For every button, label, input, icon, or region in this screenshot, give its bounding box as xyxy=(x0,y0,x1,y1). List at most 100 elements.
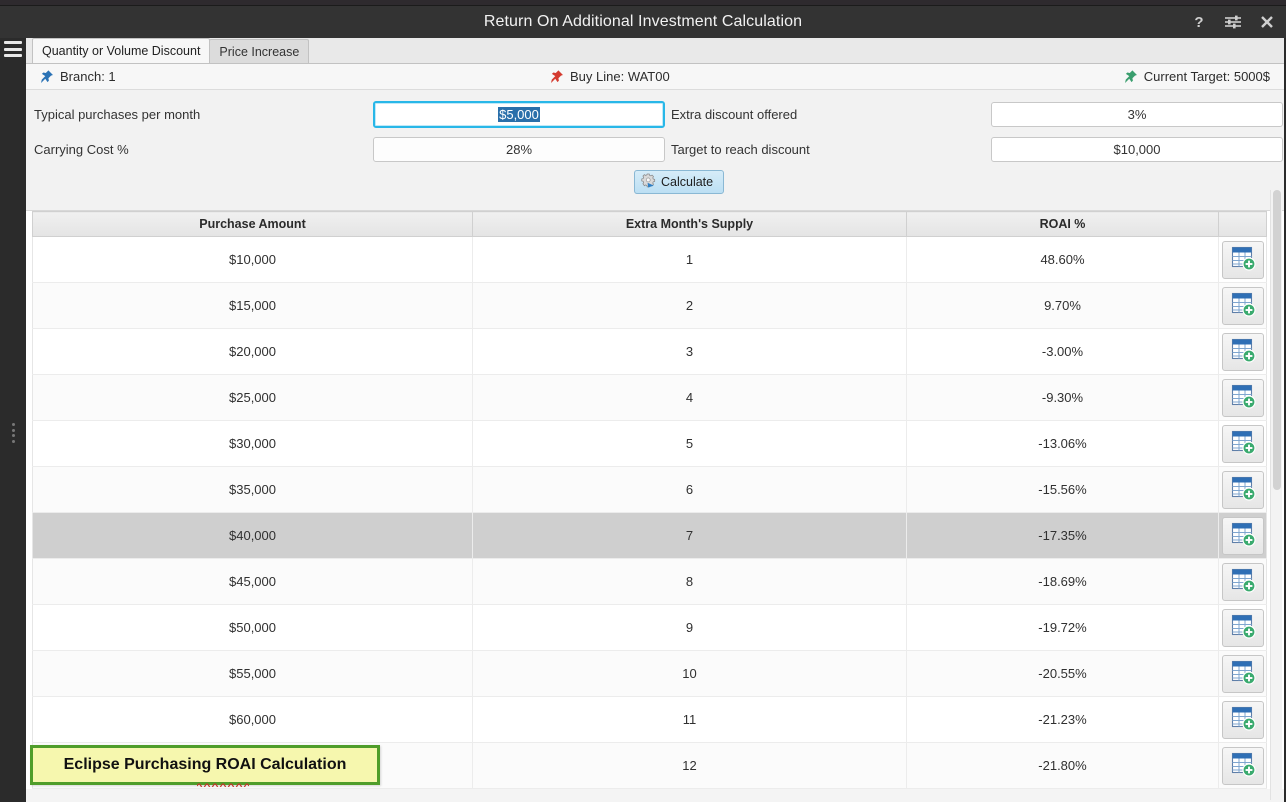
cell-roai: -9.30% xyxy=(906,374,1219,421)
cell-extra-months-supply: 4 xyxy=(472,374,907,421)
add-to-spreadsheet-icon xyxy=(1230,659,1256,688)
branch-label: Branch: 1 xyxy=(60,69,116,84)
cell-roai: -18.69% xyxy=(906,558,1219,605)
hamburger-menu-icon[interactable] xyxy=(4,41,22,57)
cell-purchase-amount: $10,000 xyxy=(32,236,473,283)
cell-extra-months-supply: 6 xyxy=(472,466,907,513)
extra-discount-value: 3% xyxy=(1127,107,1147,122)
extra-discount-input[interactable]: 3% xyxy=(991,102,1283,127)
settings-sliders-icon[interactable] xyxy=(1222,11,1244,33)
buy-line-label: Buy Line: WAT00 xyxy=(570,69,670,84)
table-row[interactable]: $40,000 7 -17.35% xyxy=(32,512,1267,559)
add-to-spreadsheet-button[interactable] xyxy=(1221,378,1264,417)
table-row[interactable]: $55,000 10 -20.55% xyxy=(32,650,1267,697)
calculation-form: Typical purchases per month $5,000 Extra… xyxy=(26,90,1284,211)
add-to-spreadsheet-button[interactable] xyxy=(1221,654,1264,693)
scrollbar-thumb[interactable] xyxy=(1273,190,1281,490)
calculate-button[interactable]: Calculate xyxy=(634,170,725,194)
table-row[interactable]: $15,000 2 9.70% xyxy=(32,282,1267,329)
buy-line-info[interactable]: Buy Line: WAT00 xyxy=(550,69,670,84)
cell-roai: -15.56% xyxy=(906,466,1219,513)
cell-extra-months-supply: 11 xyxy=(472,696,907,743)
context-info-bar: Branch: 1 Buy Line: WAT00 Current Target… xyxy=(26,64,1284,90)
cell-extra-months-supply: 1 xyxy=(472,236,907,283)
cell-purchase-amount: $40,000 xyxy=(32,512,473,559)
add-to-spreadsheet-button[interactable] xyxy=(1221,746,1264,785)
vertical-dots-grip-icon[interactable] xyxy=(12,423,15,443)
cell-extra-months-supply: 9 xyxy=(472,604,907,651)
current-target-label: Current Target: 5000$ xyxy=(1143,69,1270,84)
add-to-spreadsheet-icon xyxy=(1230,245,1256,274)
table-row[interactable]: $45,000 8 -18.69% xyxy=(32,558,1267,605)
cell-purchase-amount: $60,000 xyxy=(32,696,473,743)
tab-price-increase[interactable]: Price Increase xyxy=(209,39,310,63)
table-row[interactable]: $30,000 5 -13.06% xyxy=(32,420,1267,467)
cell-roai: 48.60% xyxy=(906,236,1219,283)
cell-purchase-amount: $35,000 xyxy=(32,466,473,513)
cell-roai: -13.06% xyxy=(906,420,1219,467)
close-icon[interactable] xyxy=(1256,11,1278,33)
cell-actions xyxy=(1218,420,1267,467)
window-title: Return On Additional Investment Calculat… xyxy=(483,13,803,30)
current-target-info[interactable]: Current Target: 5000$ xyxy=(1124,69,1270,84)
col-header-purchase-amount[interactable]: Purchase Amount xyxy=(32,211,473,237)
add-to-spreadsheet-icon xyxy=(1230,567,1256,596)
pin-icon xyxy=(1124,69,1137,83)
cell-actions xyxy=(1218,742,1267,789)
form-row-1: Typical purchases per month $5,000 Extra… xyxy=(26,98,1284,133)
table-row[interactable]: $20,000 3 -3.00% xyxy=(32,328,1267,375)
table-row[interactable]: $60,000 11 -21.23% xyxy=(32,696,1267,743)
svg-text:?: ? xyxy=(1194,14,1203,30)
cell-extra-months-supply: 8 xyxy=(472,558,907,605)
add-to-spreadsheet-button[interactable] xyxy=(1221,562,1264,601)
roai-results-table: Purchase Amount Extra Month's Supply ROA… xyxy=(32,211,1267,789)
add-to-spreadsheet-button[interactable] xyxy=(1221,286,1264,325)
extra-discount-label: Extra discount offered xyxy=(671,107,798,122)
add-to-spreadsheet-button[interactable] xyxy=(1221,700,1264,739)
window-title-bar: Return On Additional Investment Calculat… xyxy=(0,6,1286,38)
table-vertical-scrollbar[interactable] xyxy=(1270,190,1282,800)
typical-purchases-input[interactable]: $5,000 xyxy=(373,101,665,128)
add-to-spreadsheet-button[interactable] xyxy=(1221,424,1264,463)
results-table-wrapper: Purchase Amount Extra Month's Supply ROA… xyxy=(26,211,1284,789)
add-to-spreadsheet-button[interactable] xyxy=(1221,240,1264,279)
add-to-spreadsheet-button[interactable] xyxy=(1221,516,1264,555)
add-to-spreadsheet-icon xyxy=(1230,337,1256,366)
cell-purchase-amount: $30,000 xyxy=(32,420,473,467)
carrying-cost-input[interactable]: 28% xyxy=(373,137,665,162)
table-row[interactable]: $10,000 1 48.60% xyxy=(32,236,1267,283)
cell-purchase-amount: $25,000 xyxy=(32,374,473,421)
add-to-spreadsheet-icon xyxy=(1230,291,1256,320)
cell-purchase-amount: $45,000 xyxy=(32,558,473,605)
help-button[interactable]: ? xyxy=(1188,11,1210,33)
table-row[interactable]: $50,000 9 -19.72% xyxy=(32,604,1267,651)
cell-purchase-amount: $55,000 xyxy=(32,650,473,697)
cell-purchase-amount: $20,000 xyxy=(32,328,473,375)
tab-label: Quantity or Volume Discount xyxy=(42,44,201,58)
add-to-spreadsheet-button[interactable] xyxy=(1221,470,1264,509)
tab-quantity-or-volume-discount[interactable]: Quantity or Volume Discount xyxy=(32,38,211,63)
table-row[interactable]: $25,000 4 -9.30% xyxy=(32,374,1267,421)
target-to-reach-input[interactable]: $10,000 xyxy=(991,137,1283,162)
branch-info[interactable]: Branch: 1 xyxy=(40,69,116,84)
add-to-spreadsheet-icon xyxy=(1230,705,1256,734)
gear-play-icon xyxy=(641,173,656,191)
cell-actions xyxy=(1218,512,1267,559)
cell-roai: -19.72% xyxy=(906,604,1219,651)
cell-roai: -20.55% xyxy=(906,650,1219,697)
typical-purchases-label: Typical purchases per month xyxy=(34,107,201,122)
left-rail xyxy=(0,38,26,802)
add-to-spreadsheet-button[interactable] xyxy=(1221,608,1264,647)
cell-actions xyxy=(1218,558,1267,605)
cell-purchase-amount: $15,000 xyxy=(32,282,473,329)
add-to-spreadsheet-button[interactable] xyxy=(1221,332,1264,371)
form-row-2: Carrying Cost % 28% Target to reach disc… xyxy=(26,133,1284,168)
col-header-actions xyxy=(1218,211,1267,237)
cell-roai: -17.35% xyxy=(906,512,1219,559)
col-header-roai[interactable]: ROAI % xyxy=(906,211,1219,237)
cell-actions xyxy=(1218,282,1267,329)
table-row[interactable]: $35,000 6 -15.56% xyxy=(32,466,1267,513)
target-to-reach-value: $10,000 xyxy=(1113,142,1161,157)
target-to-reach-label: Target to reach discount xyxy=(671,142,810,157)
col-header-extra-months-supply[interactable]: Extra Month's Supply xyxy=(472,211,907,237)
